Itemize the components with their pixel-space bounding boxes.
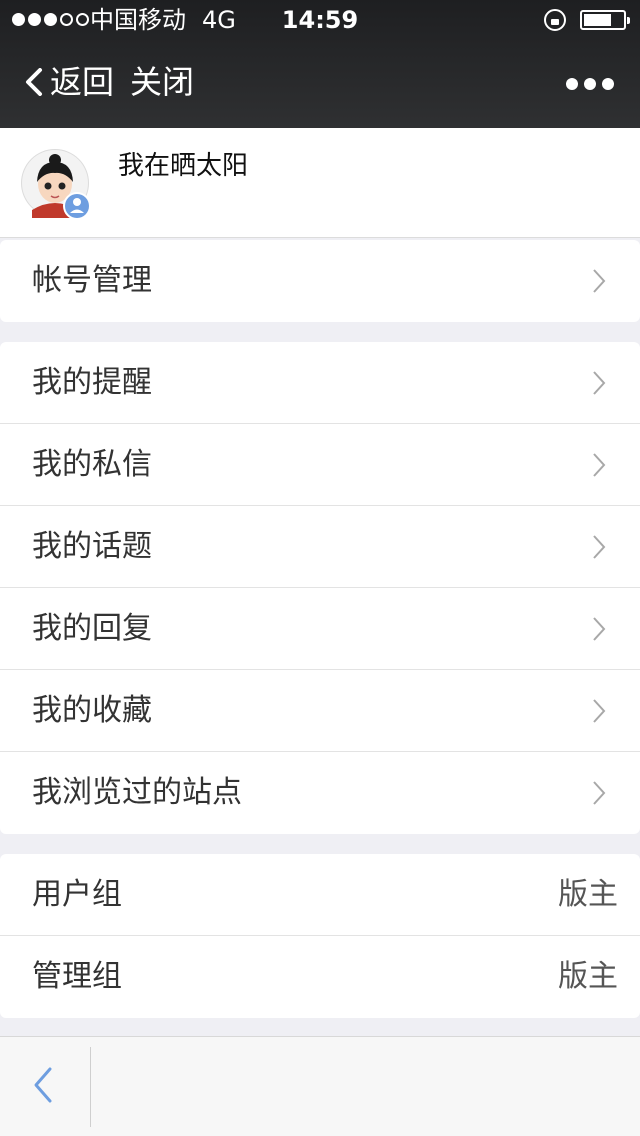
list-item-label: 管理组 — [32, 959, 122, 994]
list-item-label: 我的话题 — [32, 529, 152, 564]
chevron-right-icon — [593, 617, 606, 641]
list-item[interactable]: 我的提醒 — [0, 342, 640, 424]
list-item: 用户组 版主 — [0, 854, 640, 936]
list-item-label: 我浏览过的站点 — [32, 775, 242, 810]
more-dots-icon[interactable] — [566, 78, 614, 90]
list-item-label: 帐号管理 — [32, 263, 152, 298]
close-button[interactable]: 关闭 — [130, 62, 194, 102]
list-item[interactable]: 我的私信 — [0, 424, 640, 506]
username: 我在晒太阳 — [118, 151, 249, 181]
back-button[interactable]: 返回 — [50, 62, 114, 102]
bottom-toolbar — [0, 1036, 640, 1136]
list-item-value: 版主 — [558, 959, 618, 994]
rotation-lock-icon — [544, 9, 566, 31]
chevron-left-icon[interactable] — [30, 1065, 56, 1105]
chevron-right-icon — [593, 699, 606, 723]
toolbar-divider — [90, 1047, 91, 1127]
navigation-bar: 返回 关闭 — [0, 40, 640, 128]
list-item-label: 我的私信 — [32, 447, 152, 482]
list-item-value: 版主 — [558, 877, 618, 912]
list-item: 管理组 版主 — [0, 936, 640, 1018]
chevron-right-icon — [593, 371, 606, 395]
back-chevron-icon[interactable] — [22, 68, 50, 96]
list-item-label: 用户组 — [32, 877, 122, 912]
chevron-right-icon — [593, 453, 606, 477]
status-bar: 中国移动 4G 14:59 — [0, 0, 640, 40]
list-item[interactable]: 我浏览过的站点 — [0, 752, 640, 834]
avatar[interactable] — [20, 148, 90, 218]
list-item-label: 我的回复 — [32, 611, 152, 646]
chevron-right-icon — [593, 535, 606, 559]
profile-header[interactable]: 我在晒太阳 — [0, 128, 640, 238]
list-item[interactable]: 我的回复 — [0, 588, 640, 670]
chevron-right-icon — [593, 269, 606, 293]
battery-icon — [580, 10, 630, 30]
account-group: 帐号管理 — [0, 240, 640, 322]
menu-group: 我的提醒 我的私信 我的话题 我的回复 我的收藏 我浏览过的站点 — [0, 342, 640, 834]
list-item-label: 我的收藏 — [32, 693, 152, 728]
chevron-right-icon — [593, 781, 606, 805]
list-item[interactable]: 我的话题 — [0, 506, 640, 588]
list-item[interactable]: 我的收藏 — [0, 670, 640, 752]
list-item[interactable]: 帐号管理 — [0, 240, 640, 322]
list-item-label: 我的提醒 — [32, 365, 152, 400]
top-bar: 中国移动 4G 14:59 返回 关闭 — [0, 0, 640, 128]
info-group: 用户组 版主 管理组 版主 — [0, 854, 640, 1018]
